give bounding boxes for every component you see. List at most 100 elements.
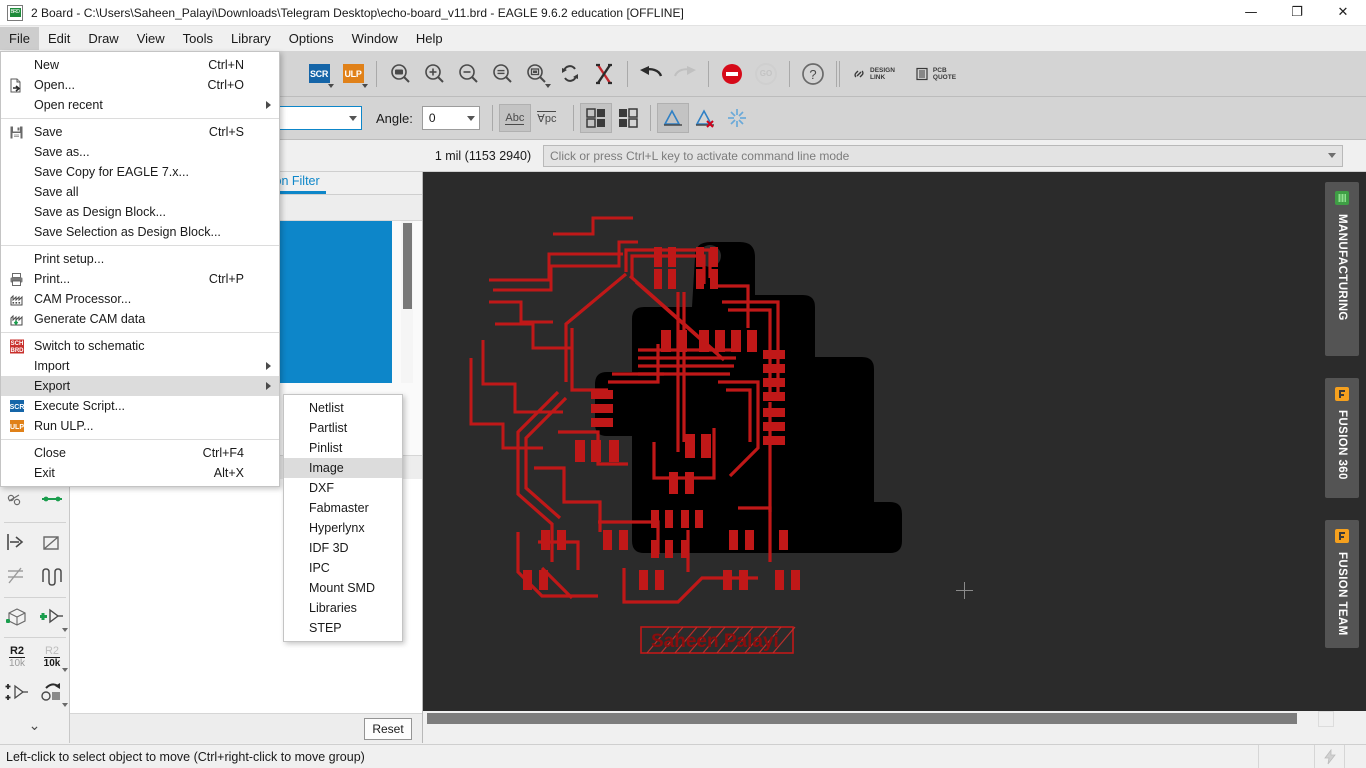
file-menu-item-save-copy-eagle7[interactable]: Save Copy for EAGLE 7.x... (1, 162, 279, 182)
file-menu-item-save-selection-as-design-block[interactable]: Save Selection as Design Block... (1, 222, 279, 242)
file-menu-item-generate-cam-data[interactable]: Generate CAM data (1, 309, 279, 329)
file-menu-item-run-ulp[interactable]: ULP Run ULP... (1, 416, 279, 436)
zoom-in-button[interactable] (417, 57, 451, 91)
select-all-button[interactable] (579, 103, 612, 133)
file-menu-item-exit[interactable]: Exit Alt+X (1, 463, 279, 483)
file-menu-item-export[interactable]: Export (1, 376, 279, 396)
route-tool[interactable] (35, 485, 70, 520)
chevron-down-icon[interactable] (328, 83, 334, 88)
layer-panel-scroll-thumb[interactable] (403, 223, 412, 309)
export-menu-item-image[interactable]: Image (284, 458, 402, 478)
file-menu-item-execute-script[interactable]: SCR Execute Script... (1, 396, 279, 416)
menu-file[interactable]: File (0, 26, 39, 50)
file-menu-item-import[interactable]: Import (1, 356, 279, 376)
abc-button[interactable]: Abc (498, 104, 531, 132)
ratsnest-off-button[interactable] (689, 103, 721, 133)
command-line-input[interactable]: Click or press Ctrl+L key to activate co… (543, 144, 1343, 167)
file-menu-item-save-all[interactable]: Save all (1, 182, 279, 202)
tab-fusion-team[interactable]: FUSION TEAM (1325, 520, 1359, 648)
chevron-down-icon[interactable] (1328, 153, 1336, 158)
file-menu-item-open-recent[interactable]: Open recent (1, 95, 279, 115)
design-link-button[interactable]: DESIGN LINK (846, 57, 901, 91)
select-none-button[interactable] (612, 103, 644, 133)
add-package-tool[interactable] (0, 600, 35, 635)
stop-cross-button[interactable] (587, 57, 621, 91)
export-menu-item-partlist[interactable]: Partlist (284, 418, 402, 438)
stop-button[interactable] (715, 57, 749, 91)
file-menu-item-switch-to-schematic[interactable]: SCH BRD Switch to schematic (1, 336, 279, 356)
reset-button[interactable]: Reset (364, 717, 412, 740)
vpc-button[interactable]: ∀pc (531, 104, 563, 132)
export-menu-item-dxf[interactable]: DXF (284, 478, 402, 498)
replicate-tool[interactable] (0, 675, 35, 710)
chevron-down-icon[interactable] (61, 667, 68, 672)
minimize-button[interactable]: — (1228, 0, 1274, 26)
export-menu-item-fabmaster[interactable]: Fabmaster (284, 498, 402, 518)
maximize-button[interactable]: ❐ (1274, 0, 1320, 26)
miter-tool[interactable] (35, 525, 70, 560)
name-tool[interactable]: R2 10k (0, 640, 35, 675)
zoom-fit-button[interactable] (383, 57, 417, 91)
file-menu-item-accel: Ctrl+N (208, 58, 244, 72)
menu-view[interactable]: View (128, 27, 174, 50)
move-tool[interactable] (0, 525, 35, 560)
undo-button[interactable] (634, 57, 668, 91)
tab-fusion-360[interactable]: FUSION 360 (1325, 378, 1359, 498)
file-menu-item-print-setup[interactable]: Print setup... (1, 249, 279, 269)
export-menu-item-mount-smd[interactable]: Mount SMD (284, 578, 402, 598)
menu-window[interactable]: Window (343, 27, 407, 50)
pcb-quote-button[interactable]: PCB QUOTE (909, 57, 962, 91)
file-menu-item-cam-processor[interactable]: CAM Processor... (1, 289, 279, 309)
add-part-tool[interactable] (35, 600, 70, 635)
run-ulp-toolbar-button[interactable]: ULP (336, 57, 370, 91)
menu-options[interactable]: Options (280, 27, 343, 50)
pcb-canvas[interactable]: Saheen Palayi (423, 172, 1318, 711)
file-menu-item-save[interactable]: Save Ctrl+S (1, 122, 279, 142)
route-icon (42, 496, 62, 502)
export-menu-item-hyperlynx[interactable]: Hyperlynx (284, 518, 402, 538)
file-menu-item-save-as[interactable]: Save as... (1, 142, 279, 162)
file-menu-item-open[interactable]: Open... Ctrl+O (1, 75, 279, 95)
menu-tools[interactable]: Tools (174, 27, 222, 50)
value-tool[interactable]: R2 10k (35, 640, 70, 675)
split-tool[interactable] (0, 560, 35, 595)
file-menu-item-new[interactable]: New Ctrl+N (1, 55, 279, 75)
execute-script-toolbar-button[interactable]: SCR (302, 57, 336, 91)
chevron-down-icon[interactable] (61, 627, 68, 632)
export-menu-item-libraries[interactable]: Libraries (284, 598, 402, 618)
ripup-tool[interactable] (0, 485, 35, 520)
export-menu-item-ipc[interactable]: IPC (284, 558, 402, 578)
refresh-button[interactable] (553, 57, 587, 91)
canvas-horizontal-scroll-thumb[interactable] (427, 713, 1297, 724)
menu-help[interactable]: Help (407, 27, 452, 50)
zoom-in-icon (425, 63, 444, 83)
menu-library[interactable]: Library (222, 27, 280, 50)
chevron-down-icon[interactable] (545, 83, 551, 88)
tab-manufacturing[interactable]: MANUFACTURING (1325, 182, 1359, 356)
export-menu-item-pinlist[interactable]: Pinlist (284, 438, 402, 458)
chevron-down-icon[interactable] (362, 83, 368, 88)
change-tool[interactable] (35, 675, 70, 710)
zoom-select-button[interactable] (519, 57, 553, 91)
zoom-redraw-button[interactable] (485, 57, 519, 91)
export-menu-item-idf-3d[interactable]: IDF 3D (284, 538, 402, 558)
file-menu-item-print[interactable]: Print... Ctrl+P (1, 269, 279, 289)
menu-edit[interactable]: Edit (39, 27, 79, 50)
status-lightning-button[interactable] (1314, 744, 1344, 768)
export-menu-item-step[interactable]: STEP (284, 618, 402, 638)
tool-palette-collapse-button[interactable]: ⌄ (0, 710, 70, 743)
ratsnest-button[interactable] (656, 103, 689, 133)
close-button[interactable]: ✕ (1320, 0, 1366, 26)
redo-button[interactable] (668, 57, 702, 91)
file-menu-item-save-as-design-block[interactable]: Save as Design Block... (1, 202, 279, 222)
zoom-out-button[interactable] (451, 57, 485, 91)
help-button[interactable]: ? (796, 57, 830, 91)
file-menu-item-close[interactable]: Close Ctrl+F4 (1, 443, 279, 463)
angle-combo[interactable]: 0 (421, 106, 480, 130)
chevron-down-icon[interactable] (61, 702, 68, 707)
highlight-button[interactable] (721, 103, 753, 133)
meander-tool[interactable] (35, 560, 70, 595)
export-menu-item-netlist[interactable]: Netlist (284, 398, 402, 418)
menu-draw[interactable]: Draw (79, 27, 127, 50)
go-button[interactable]: GO (749, 57, 783, 91)
